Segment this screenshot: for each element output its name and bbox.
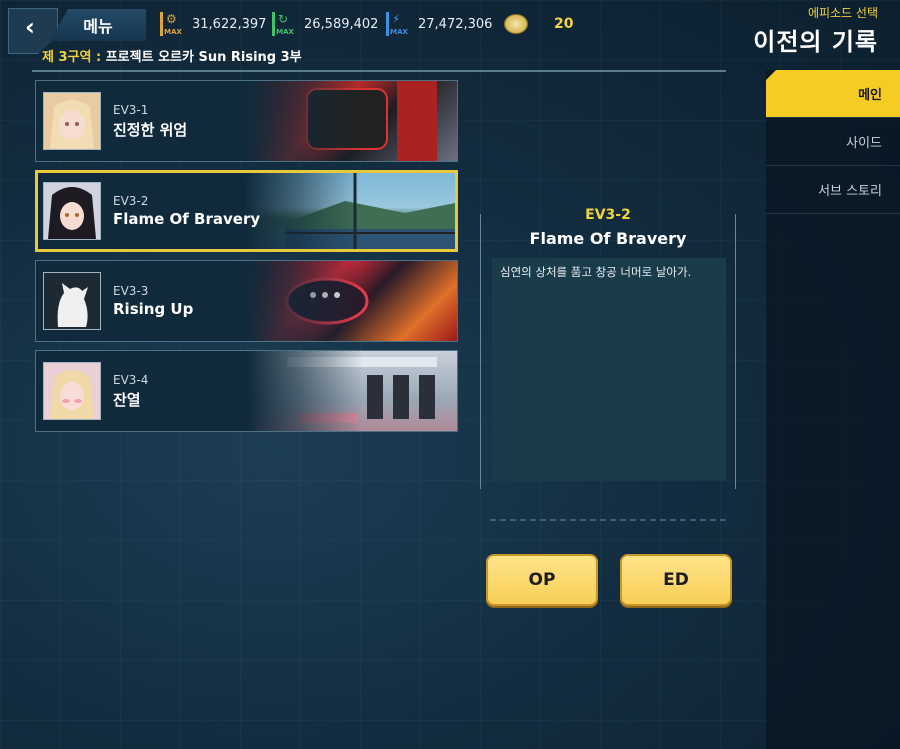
title-block: 에피소드 선택 이전의 기록	[753, 4, 878, 57]
resource-lightning: ⚡ MAX 27,472,306	[386, 12, 492, 36]
op-label: OP	[528, 570, 556, 590]
region-name: 프로젝트 오르카 Sun Rising 3부	[105, 50, 302, 65]
ed-button[interactable]: ED	[620, 554, 732, 606]
episode-name: 잔열	[113, 390, 141, 409]
episode-card-ev3-1[interactable]: EV3-1 진정한 위엄	[35, 80, 458, 162]
menu-button[interactable]: 메뉴	[50, 9, 146, 41]
episode-card-ev3-2[interactable]: EV3-2 Flame Of Bravery	[35, 170, 458, 252]
region-label: 제 3구역 : 프로젝트 오르카 Sun Rising 3부	[42, 46, 302, 65]
episode-type-tabs: 메인 사이드 서브 스토리	[766, 70, 900, 749]
lightning-max-icon: ⚡ MAX	[386, 12, 412, 36]
episode-name: Flame Of Bravery	[113, 210, 261, 228]
episode-thumbnail	[245, 173, 455, 249]
op-button[interactable]: OP	[486, 554, 598, 606]
episode-thumbnail	[247, 261, 457, 341]
portrait-image	[43, 272, 101, 330]
resource-refresh: ↻ MAX 26,589,402	[272, 12, 378, 36]
detail-episode-code: EV3-2	[585, 207, 631, 223]
detail-episode-title: Flame Of Bravery	[529, 229, 687, 248]
tab-side[interactable]: 사이드	[766, 118, 900, 166]
refresh-max-icon: ↻ MAX	[272, 12, 298, 36]
episode-code: EV3-3	[113, 284, 149, 298]
episode-code: EV3-4	[113, 372, 149, 387]
episode-name: 진정한 위엄	[113, 120, 188, 139]
episode-code: EV3-1	[113, 102, 149, 117]
portrait-image	[43, 182, 101, 240]
episode-code: EV3-2	[113, 194, 149, 208]
episode-name: Rising Up	[113, 300, 194, 318]
tab-label: 사이드	[846, 136, 882, 151]
tab-label: 서브 스토리	[818, 184, 882, 199]
resource-ticket: 20	[504, 12, 573, 36]
resource-refresh-value: 26,589,402	[304, 16, 379, 32]
page-subtitle: 에피소드 선택	[807, 6, 878, 20]
region-prefix: 제 3구역 :	[42, 50, 102, 65]
episode-thumbnail	[247, 81, 457, 161]
tab-main[interactable]: 메인	[766, 70, 900, 118]
gear-max-icon: ⚙ MAX	[160, 12, 186, 36]
divider	[32, 70, 726, 72]
portrait-image	[43, 362, 101, 420]
chevron-left-icon: ‹	[25, 13, 35, 41]
portrait-image	[43, 92, 101, 150]
menu-label: 메뉴	[83, 17, 113, 36]
page-title: 이전의 기록	[753, 28, 878, 56]
ed-label: ED	[663, 570, 689, 590]
detail-description: 심연의 상처를 품고 창공 너머로 날아가.	[492, 258, 726, 480]
episode-thumbnail	[247, 351, 457, 431]
coin-icon	[504, 14, 528, 34]
resource-gear: ⚙ MAX 31,622,397	[160, 12, 266, 36]
dashed-divider	[490, 519, 726, 521]
tab-sub-story[interactable]: 서브 스토리	[766, 166, 900, 214]
episode-card-ev3-4[interactable]: EV3-4 잔열	[35, 350, 458, 432]
ticket-count: 20	[554, 16, 574, 32]
episode-card-ev3-3[interactable]: EV3-3 Rising Up	[35, 260, 458, 342]
resource-lightning-value: 27,472,306	[418, 16, 493, 32]
resource-gear-value: 31,622,397	[192, 16, 267, 32]
tab-label: 메인	[858, 88, 882, 103]
